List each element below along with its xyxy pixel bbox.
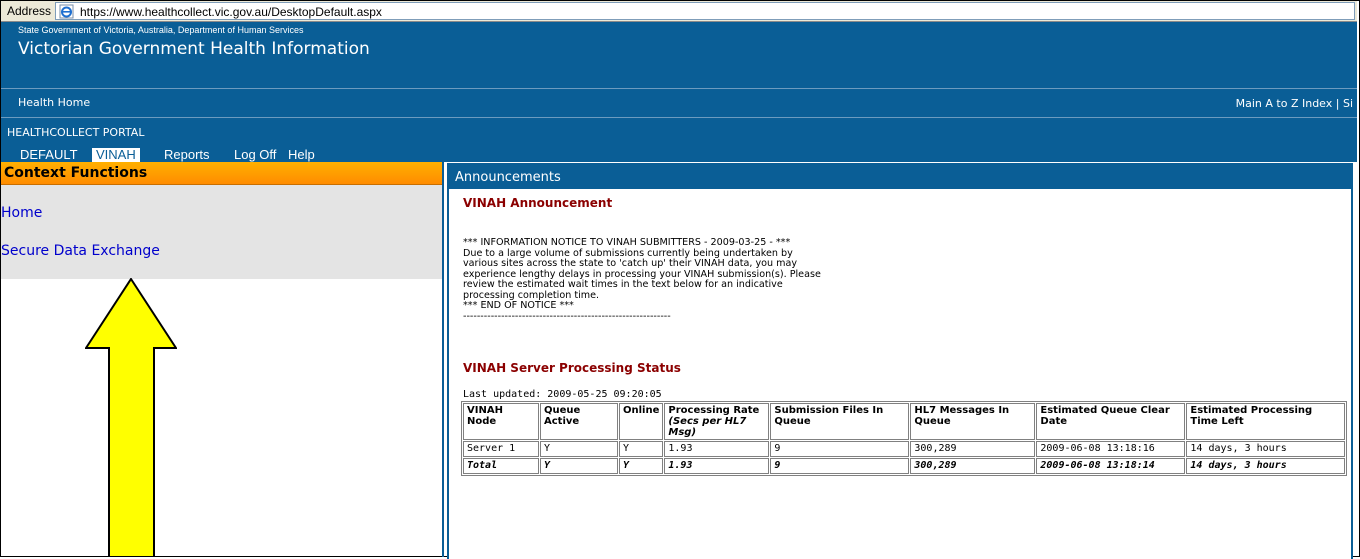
cell-hl7: 300,289 bbox=[910, 441, 1036, 457]
cell-clear-date: 2009-06-08 13:18:14 bbox=[1036, 458, 1186, 474]
cell-node: Total bbox=[463, 458, 539, 474]
address-bar: Address https://www.healthcollect.vic.go… bbox=[1, 1, 1357, 22]
portal-title: HEALTHCOLLECT PORTAL bbox=[7, 126, 145, 139]
tab-vinah[interactable]: VINAH bbox=[92, 148, 140, 162]
announcements-panel: Announcements VINAH Announcement *** INF… bbox=[447, 163, 1353, 559]
cell-files: 9 bbox=[770, 441, 910, 457]
col-online: Online bbox=[619, 403, 664, 440]
col-queue-clear-date: Estimated Queue Clear Date bbox=[1036, 403, 1186, 440]
cell-online: Y bbox=[619, 458, 664, 474]
nav-right-clip: Main A to Z Index | Si bbox=[1191, 89, 1357, 117]
table-row: Server 1 Y Y 1.93 9 300,289 2009-06-08 1… bbox=[463, 441, 1346, 457]
secure-data-exchange-link[interactable]: Secure Data Exchange bbox=[1, 243, 160, 259]
col-processing-rate: Processing Rate (Secs per HL7 Msg) bbox=[664, 403, 770, 440]
cell-rate: 1.93 bbox=[664, 458, 770, 474]
ie-page-icon bbox=[59, 4, 74, 19]
cell-rate: 1.93 bbox=[664, 441, 770, 457]
cell-files: 9 bbox=[770, 458, 910, 474]
tab-reports[interactable]: Reports bbox=[164, 148, 210, 162]
announcements-header: Announcements bbox=[449, 165, 1351, 189]
last-updated: Last updated: 2009-05-25 09:20:05 bbox=[463, 389, 662, 400]
portal-bar: HEALTHCOLLECT PORTAL bbox=[1, 117, 1357, 148]
table-row-total: Total Y Y 1.93 9 300,289 2009-06-08 13:1… bbox=[463, 458, 1346, 474]
home-link[interactable]: Home bbox=[1, 205, 42, 221]
cell-queue-active: Y bbox=[540, 441, 618, 457]
col-queue-active: Queue Active bbox=[540, 403, 618, 440]
table-header-row: VINAH Node Queue Active Online Processin… bbox=[463, 403, 1346, 440]
address-url: https://www.healthcollect.vic.gov.au/Des… bbox=[80, 5, 382, 19]
cell-clear-date: 2009-06-08 13:18:16 bbox=[1036, 441, 1186, 457]
tab-bar: DEFAULT VINAH Reports Log Off Help bbox=[1, 148, 1357, 162]
header-title: Victorian Government Health Information bbox=[18, 39, 370, 59]
cell-queue-active: Y bbox=[540, 458, 618, 474]
header-subtitle: State Government of Victoria, Australia,… bbox=[18, 25, 304, 35]
col-hl7-messages: HL7 Messages In Queue bbox=[910, 403, 1036, 440]
context-functions-list: Home Secure Data Exchange bbox=[1, 185, 442, 279]
rate-unit: (Secs per HL7 Msg) bbox=[668, 416, 747, 438]
tab-help[interactable]: Help bbox=[288, 148, 315, 162]
context-functions-header: Context Functions bbox=[1, 162, 442, 185]
cell-time-left: 14 days, 3 hours bbox=[1186, 458, 1346, 474]
tab-log-off[interactable]: Log Off bbox=[234, 148, 276, 162]
context-functions-title: Context Functions bbox=[4, 165, 148, 181]
top-nav: Health Home Main A to Z Index | Si bbox=[1, 88, 1357, 117]
address-input[interactable]: https://www.healthcollect.vic.gov.au/Des… bbox=[55, 2, 1355, 20]
vinah-announcement-heading: VINAH Announcement bbox=[463, 196, 613, 210]
rate-label: Processing Rate bbox=[668, 405, 760, 416]
health-home-link[interactable]: Health Home bbox=[18, 96, 90, 109]
col-time-left: Estimated Processing Time Left bbox=[1186, 403, 1346, 440]
information-notice: *** INFORMATION NOTICE TO VINAH SUBMITTE… bbox=[463, 237, 821, 322]
a-to-z-index-link[interactable]: Main A to Z Index | Si bbox=[1236, 97, 1353, 110]
server-status-table: VINAH Node Queue Active Online Processin… bbox=[461, 401, 1348, 476]
cell-node: Server 1 bbox=[463, 441, 539, 457]
up-arrow-annotation bbox=[85, 278, 177, 557]
cell-time-left: 14 days, 3 hours bbox=[1186, 441, 1346, 457]
left-panel-border bbox=[442, 162, 444, 557]
server-status-heading: VINAH Server Processing Status bbox=[463, 361, 681, 375]
cell-hl7: 300,289 bbox=[910, 458, 1036, 474]
announcements-title: Announcements bbox=[455, 170, 561, 185]
col-vinah-node: VINAH Node bbox=[463, 403, 539, 440]
address-label: Address bbox=[7, 4, 52, 18]
tab-default[interactable]: DEFAULT bbox=[20, 148, 78, 162]
col-submission-files: Submission Files In Queue bbox=[770, 403, 910, 440]
cell-online: Y bbox=[619, 441, 664, 457]
